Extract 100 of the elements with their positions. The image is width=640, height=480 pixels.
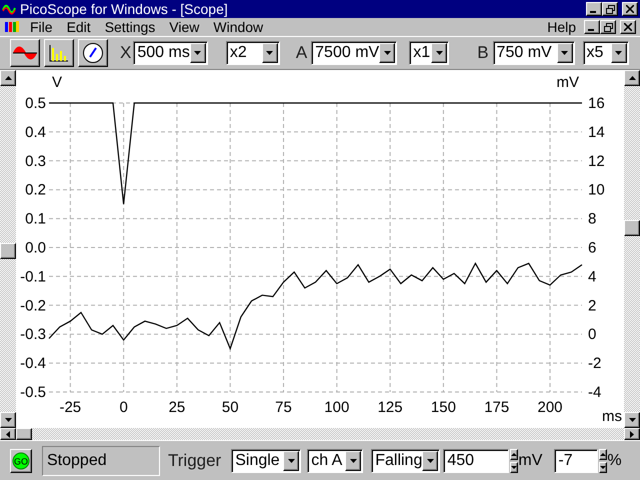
- zoom-dropdown[interactable]: x1: [409, 41, 450, 65]
- down-arrow-icon: [600, 466, 606, 468]
- range-dropdown[interactable]: 750 mV: [492, 41, 575, 65]
- x-axis-label: 50: [222, 399, 239, 416]
- document-icon: [4, 20, 20, 34]
- y-axis-label: -0.4: [20, 355, 46, 372]
- minimize-button[interactable]: [584, 20, 600, 34]
- x-axis-label: 75: [275, 399, 292, 416]
- caret-icon: [350, 458, 357, 462]
- menu-item[interactable]: File: [30, 16, 53, 38]
- caret-icon: [561, 51, 568, 55]
- help-menu[interactable]: Help: [547, 16, 576, 38]
- close-button[interactable]: [620, 20, 636, 34]
- y-axis-label: -4: [588, 384, 602, 401]
- down-arrow-icon: [628, 418, 636, 422]
- y-axis-label: 0.4: [25, 124, 46, 141]
- axis-label: A: [296, 42, 308, 64]
- range-dropdown[interactable]: 7500 mV: [311, 41, 398, 65]
- channel-dropdown[interactable]: ch A: [307, 448, 364, 472]
- scope-view-button[interactable]: [10, 39, 40, 67]
- app-icon: [2, 2, 16, 16]
- axis-label: B: [477, 42, 489, 64]
- x-axis-label: 175: [484, 399, 510, 416]
- y-axis-label: 14: [588, 124, 605, 141]
- spin-buttons[interactable]: [599, 448, 608, 472]
- y-axis-label: 16: [588, 95, 605, 112]
- caret-icon: [194, 51, 202, 55]
- window-title: PicoScope for Windows - [Scope]: [20, 0, 228, 19]
- unit-label: %: [607, 450, 622, 470]
- scroll-up-button[interactable]: [624, 70, 640, 86]
- scroll-thumb[interactable]: [0, 243, 16, 259]
- vertical-scrollbar[interactable]: [0, 70, 16, 428]
- bar-chart-icon: [48, 43, 70, 63]
- caret-icon: [436, 51, 443, 55]
- delay-field[interactable]: -7: [554, 448, 598, 472]
- x-axis-label: -25: [59, 399, 82, 416]
- timebase-dropdown[interactable]: 500 ms: [133, 41, 208, 65]
- x-axis-label: 150: [430, 399, 456, 416]
- scroll-thumb[interactable]: [16, 428, 32, 440]
- scroll-left-button[interactable]: [0, 428, 16, 440]
- up-arrow-icon: [4, 76, 12, 80]
- caret-icon: [615, 51, 622, 55]
- edge-dropdown[interactable]: Falling: [371, 448, 440, 472]
- right-arrow-icon: [630, 430, 634, 438]
- zoom-dropdown[interactable]: x5: [582, 41, 629, 65]
- caret-icon: [266, 51, 274, 55]
- y-axis-label: 2: [588, 297, 596, 314]
- caret-icon: [384, 51, 391, 55]
- axis-unit: ms: [602, 408, 622, 425]
- y-axis-label: 6: [588, 240, 596, 256]
- x-axis-label: 0: [119, 399, 128, 416]
- y-axis-label: 8: [588, 210, 596, 228]
- menu-item[interactable]: Window: [213, 16, 264, 38]
- vertical-scrollbar[interactable]: [624, 70, 640, 428]
- up-arrow-icon: [511, 452, 518, 456]
- horizontal-scrollbar[interactable]: [0, 428, 640, 440]
- scroll-up-button[interactable]: [0, 70, 16, 86]
- unit-label: mV: [518, 450, 542, 470]
- scroll-down-button[interactable]: [624, 412, 640, 428]
- scroll-thumb[interactable]: [624, 220, 640, 236]
- y-axis-label: -0.5: [20, 384, 46, 401]
- close-icon: [624, 23, 632, 31]
- spectrum-view-button[interactable]: [44, 39, 74, 67]
- y-axis-label: 0.1: [25, 210, 46, 228]
- threshold-field[interactable]: 450: [443, 448, 510, 472]
- y-axis-label: 0.5: [25, 95, 46, 112]
- up-arrow-icon: [628, 76, 636, 80]
- y-axis-label: -2: [588, 355, 602, 372]
- menu-item[interactable]: Edit: [66, 16, 91, 38]
- y-axis-label: -0.1: [20, 268, 46, 286]
- scroll-right-button[interactable]: [624, 428, 640, 440]
- left-arrow-icon: [6, 430, 10, 438]
- spin-buttons[interactable]: [510, 448, 518, 472]
- down-arrow-icon: [511, 466, 518, 468]
- restore-button[interactable]: [600, 20, 616, 34]
- scroll-down-button[interactable]: [0, 412, 16, 428]
- go-button[interactable]: GO: [10, 448, 32, 472]
- axis-label: X: [120, 42, 132, 64]
- axis-unit: V: [52, 74, 62, 91]
- y-axis-label: 4: [588, 268, 596, 286]
- meter-view-button[interactable]: [78, 39, 108, 67]
- x-axis-label: 25: [168, 399, 186, 416]
- restore-button[interactable]: [602, 2, 618, 16]
- minimize-button[interactable]: [586, 2, 602, 16]
- menu-item[interactable]: View: [169, 16, 200, 38]
- caret-icon: [288, 458, 295, 462]
- x-axis-label: 125: [378, 399, 403, 416]
- dial-icon: [82, 42, 104, 64]
- close-button[interactable]: [622, 2, 638, 16]
- y-axis-label: 10: [588, 182, 605, 199]
- y-axis-label: -0.3: [20, 326, 46, 344]
- menu-item[interactable]: Settings: [104, 16, 156, 38]
- trigger-mode-dropdown[interactable]: Single: [231, 448, 302, 472]
- x-axis-label: 100: [324, 399, 350, 416]
- y-axis-label: 12: [588, 152, 605, 170]
- y-axis-label: 0: [588, 326, 596, 344]
- down-arrow-icon: [4, 418, 12, 422]
- zoom-dropdown[interactable]: x2: [226, 41, 280, 65]
- close-icon: [626, 5, 634, 13]
- up-arrow-icon: [600, 452, 606, 456]
